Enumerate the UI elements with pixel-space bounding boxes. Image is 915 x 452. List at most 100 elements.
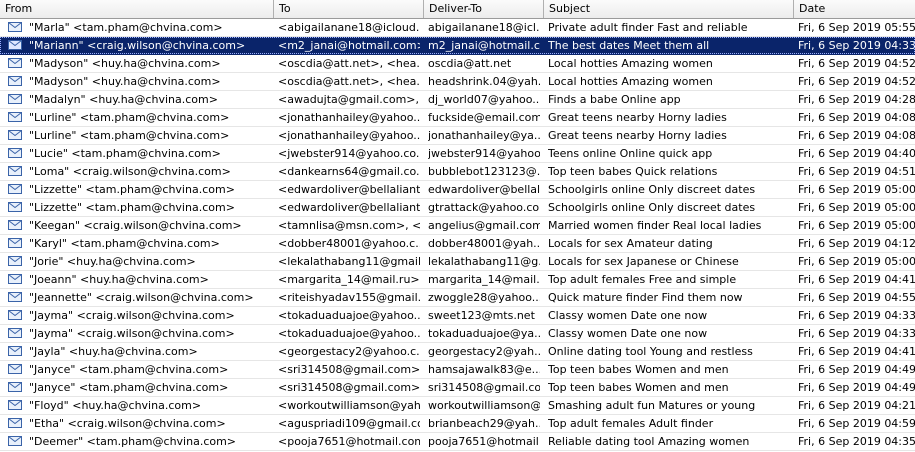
- from-cell: "Floyd" <huy.ha@chvina.com>: [29, 399, 202, 412]
- message-row[interactable]: "Janyce" <tam.pham@chvina.com> <sri314508…: [0, 361, 915, 379]
- message-row[interactable]: "Jayla" <huy.ha@chvina.com> <georgestacy2…: [0, 343, 915, 361]
- message-row[interactable]: "Floyd" <huy.ha@chvina.com> <workoutwilli…: [0, 397, 915, 415]
- to-cell: <sri314508@gmail.com>,...: [278, 381, 420, 394]
- subject-cell: Top adult females Adult finder: [548, 417, 714, 430]
- envelope-icon: [8, 76, 22, 86]
- subject-cell: Married women finder Real local ladies: [548, 219, 762, 232]
- message-row[interactable]: "Lizzette" <tam.pham@chvina.com> <edwardo…: [0, 181, 915, 199]
- deliver-to-cell: lekalathabang11@g...: [428, 255, 540, 268]
- from-cell: "Karyl" <tam.pham@chvina.com>: [29, 237, 220, 250]
- date-cell: Fri, 6 Sep 2019 05:55:47: [798, 21, 915, 34]
- from-cell: "Lurline" <tam.pham@chvina.com>: [29, 129, 230, 142]
- column-header-date[interactable]: Date: [793, 0, 915, 18]
- envelope-icon: [8, 22, 22, 32]
- message-row[interactable]: "Jorie" <huy.ha@chvina.com> <lekalathaban…: [0, 253, 915, 271]
- message-row[interactable]: "Joeann" <huy.ha@chvina.com> <margarita_1…: [0, 271, 915, 289]
- from-cell: "Lizzette" <tam.pham@chvina.com>: [29, 183, 235, 196]
- from-cell: "Jorie" <huy.ha@chvina.com>: [29, 255, 196, 268]
- from-cell: "Jayma" <craig.wilson@chvina.com>: [29, 327, 235, 340]
- message-row[interactable]: "Lucie" <tam.pham@chvina.com> <jwebster91…: [0, 145, 915, 163]
- date-cell: Fri, 6 Sep 2019 05:00:47: [798, 201, 915, 214]
- deliver-to-cell: jonathanhailey@ya...: [428, 129, 540, 142]
- message-row[interactable]: "Mariann" <craig.wilson@chvina.com> <m2_j…: [0, 37, 915, 55]
- envelope-icon: [8, 220, 22, 230]
- date-cell: Fri, 6 Sep 2019 05:00:23: [798, 219, 915, 232]
- subject-cell: Locals for sex Amateur dating: [548, 237, 713, 250]
- to-cell: <jwebster914@yahoo.co...: [278, 147, 420, 160]
- envelope-icon: [8, 328, 22, 338]
- message-row[interactable]: "Jayma" <craig.wilson@chvina.com> <tokadu…: [0, 325, 915, 343]
- message-row[interactable]: "Loma" <craig.wilson@chvina.com> <dankear…: [0, 163, 915, 181]
- from-cell: "Loma" <craig.wilson@chvina.com>: [29, 165, 231, 178]
- message-row[interactable]: "Janyce" <tam.pham@chvina.com> <sri314508…: [0, 379, 915, 397]
- message-row[interactable]: "Lurline" <tam.pham@chvina.com> <jonathan…: [0, 109, 915, 127]
- message-row[interactable]: "Madyson" <huy.ha@chvina.com> <oscdia@att…: [0, 73, 915, 91]
- deliver-to-cell: hamsajawalk83@e...: [428, 363, 540, 376]
- deliver-to-cell: brianbeach29@yah...: [428, 417, 540, 430]
- to-cell: <tokaduaduajoe@yahoo....: [278, 327, 420, 340]
- envelope-icon: [8, 400, 22, 410]
- date-cell: Fri, 6 Sep 2019 04:41:28: [798, 345, 915, 358]
- date-cell: Fri, 6 Sep 2019 04:49:08: [798, 381, 915, 394]
- deliver-to-cell: headshrink.04@yah...: [428, 75, 540, 88]
- to-cell: <m2_janai@hotmail.com>...: [278, 39, 420, 52]
- subject-cell: Classy women Date one now: [548, 309, 708, 322]
- deliver-to-cell: sri314508@gmail.com: [428, 381, 540, 394]
- envelope-icon: [8, 130, 22, 140]
- deliver-to-cell: dobber48001@yah...: [428, 237, 540, 250]
- envelope-icon: [8, 364, 22, 374]
- subject-cell: Reliable dating tool Amazing women: [548, 435, 750, 448]
- to-cell: <oscdia@att.net>, <hea...: [278, 57, 420, 70]
- from-cell: "Jayla" <huy.ha@chvina.com>: [29, 345, 198, 358]
- date-cell: Fri, 6 Sep 2019 05:00:47: [798, 183, 915, 196]
- envelope-icon: [8, 202, 22, 212]
- deliver-to-cell: gtrattack@yahoo.com: [428, 201, 540, 214]
- subject-cell: Private adult finder Fast and reliable: [548, 21, 748, 34]
- deliver-to-cell: georgestacy2@yah...: [428, 345, 540, 358]
- subject-cell: Local hotties Amazing women: [548, 75, 713, 88]
- to-cell: <jonathanhailey@yahoo....: [278, 129, 420, 142]
- to-cell: <georgestacy2@yahoo.c...: [278, 345, 420, 358]
- subject-cell: Quick mature finder Find them now: [548, 291, 743, 304]
- envelope-icon: [8, 346, 22, 356]
- from-cell: "Madyson" <huy.ha@chvina.com>: [29, 57, 221, 70]
- deliver-to-cell: abigailanane18@icl...: [428, 21, 540, 34]
- message-row[interactable]: "Jayma" <craig.wilson@chvina.com> <tokadu…: [0, 307, 915, 325]
- message-row[interactable]: "Karyl" <tam.pham@chvina.com> <dobber4800…: [0, 235, 915, 253]
- message-row[interactable]: "Madyson" <huy.ha@chvina.com> <oscdia@att…: [0, 55, 915, 73]
- envelope-icon: [8, 184, 22, 194]
- column-header-subject[interactable]: Subject: [543, 0, 793, 18]
- message-row[interactable]: "Marla" <tam.pham@chvina.com> <abigailana…: [0, 19, 915, 37]
- message-row[interactable]: "Madalyn" <huy.ha@chvina.com> <awadujta@g…: [0, 91, 915, 109]
- from-cell: "Jayma" <craig.wilson@chvina.com>: [29, 309, 235, 322]
- message-row[interactable]: "Jeannette" <craig.wilson@chvina.com> <ri…: [0, 289, 915, 307]
- to-cell: <sri314508@gmail.com>,...: [278, 363, 420, 376]
- deliver-to-cell: workoutwilliamson@...: [428, 399, 540, 412]
- message-row[interactable]: "Etha" <craig.wilson@chvina.com> <aguspri…: [0, 415, 915, 433]
- message-row[interactable]: "Deemer" <tam.pham@chvina.com> <pooja7651…: [0, 433, 915, 451]
- message-row[interactable]: "Lizzette" <tam.pham@chvina.com> <edwardo…: [0, 199, 915, 217]
- column-header-deliver-to[interactable]: Deliver-To: [423, 0, 543, 18]
- from-cell: "Mariann" <craig.wilson@chvina.com>: [29, 39, 246, 52]
- date-cell: Fri, 6 Sep 2019 04:28:10: [798, 93, 915, 106]
- column-header-to[interactable]: To: [273, 0, 423, 18]
- message-list[interactable]: From To Deliver-To Subject Date "Marla" …: [0, 0, 915, 452]
- envelope-icon: [8, 238, 22, 248]
- message-row[interactable]: "Keegan" <craig.wilson@chvina.com> <tamnl…: [0, 217, 915, 235]
- deliver-to-cell: edwardoliver@bellal...: [428, 183, 540, 196]
- envelope-icon: [8, 382, 22, 392]
- subject-cell: Teens online Online quick app: [548, 147, 713, 160]
- message-row[interactable]: "Lurline" <tam.pham@chvina.com> <jonathan…: [0, 127, 915, 145]
- date-cell: Fri, 6 Sep 2019 04:41:14: [798, 273, 915, 286]
- deliver-to-cell: m2_janai@hotmail.c...: [428, 39, 540, 52]
- subject-cell: Classy women Date one now: [548, 327, 708, 340]
- date-cell: Fri, 6 Sep 2019 04:21:23: [798, 399, 915, 412]
- envelope-icon: [8, 148, 22, 158]
- from-cell: "Lizzette" <tam.pham@chvina.com>: [29, 201, 235, 214]
- date-cell: Fri, 6 Sep 2019 04:55:55: [798, 291, 915, 304]
- date-cell: Fri, 6 Sep 2019 04:33:37: [798, 309, 915, 322]
- column-header-from[interactable]: From: [0, 0, 273, 18]
- deliver-to-cell: oscdia@att.net: [428, 57, 512, 70]
- to-cell: <tokaduaduajoe@yahoo....: [278, 309, 420, 322]
- envelope-icon: [8, 436, 22, 446]
